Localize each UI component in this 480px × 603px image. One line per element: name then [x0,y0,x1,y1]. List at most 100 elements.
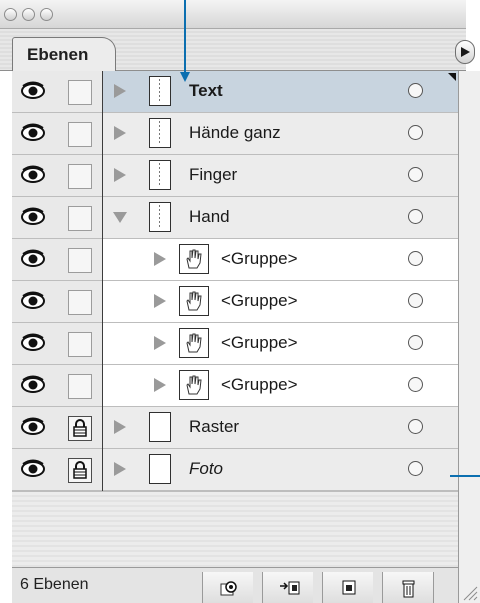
target-circle-icon[interactable] [408,83,423,98]
lock-toggle[interactable] [68,206,92,231]
disclosure-triangle-icon[interactable] [153,378,167,392]
layer-thumbnail [149,454,171,484]
layer-controls-row [12,71,102,113]
disclosure-triangle-icon[interactable] [153,252,167,266]
hand-thumbnail-icon [179,286,209,316]
new-sublayer-button[interactable] [322,572,373,603]
eye-icon[interactable] [20,122,46,144]
layer-controls-row [12,323,102,365]
hand-thumbnail-icon [179,370,209,400]
new-layer-icon [342,580,356,595]
delete-layer-button[interactable] [382,572,434,603]
disclosure-triangle-icon[interactable] [113,84,127,98]
lock-toggle[interactable] [68,248,92,273]
disclosure-triangle-icon[interactable] [113,168,127,182]
target-circle-icon[interactable] [408,125,423,140]
layer-row[interactable]: Finger [103,155,458,197]
callout-line-top [184,0,186,80]
layer-name: Hände ganz [189,123,281,142]
callout-arrow-top [180,72,190,82]
disclosure-triangle-icon[interactable] [113,462,127,476]
layer-row[interactable]: <Gruppe> [103,281,458,323]
target-circle-icon[interactable] [408,209,423,224]
play-arrow-icon [461,47,470,57]
panel-menu-button[interactable] [455,40,475,64]
vertical-scrollbar[interactable] [458,71,480,603]
layer-row[interactable]: Hand [103,197,458,239]
layer-name: <Gruppe> [221,333,298,352]
layer-thumbnail [149,202,171,232]
eye-icon[interactable] [20,416,46,438]
layers-list: Text Hände ganz Finger Hand <Gruppe> <Gruppe>… [103,71,458,491]
layer-row[interactable]: Text [103,71,458,113]
layer-row[interactable]: Hände ganz [103,113,458,155]
eye-icon[interactable] [20,164,46,186]
layer-row[interactable]: <Gruppe> [103,323,458,365]
layer-name: <Gruppe> [221,249,298,268]
target-circle-icon[interactable] [408,377,423,392]
resize-grip-icon[interactable] [462,585,478,601]
layer-thumbnail [149,118,171,148]
layer-name: Hand [189,207,230,226]
target-circle-icon[interactable] [408,335,423,350]
layer-count: 6 Ebenen [20,576,89,593]
lock-icon[interactable] [68,458,92,483]
make-clipping-mask-icon [280,581,300,595]
eye-icon[interactable] [20,458,46,480]
zoom-window-button[interactable] [40,8,53,21]
eye-icon[interactable] [20,290,46,312]
eye-icon[interactable] [20,248,46,270]
layer-name: <Gruppe> [221,291,298,310]
layer-row[interactable]: <Gruppe> [103,239,458,281]
layer-row[interactable]: <Gruppe> [103,365,458,407]
lock-toggle[interactable] [68,80,92,105]
hand-thumbnail-icon [179,244,209,274]
minimize-window-button[interactable] [22,8,35,21]
make-clipping-mask-button[interactable] [262,572,313,603]
eye-icon[interactable] [20,374,46,396]
eye-icon[interactable] [20,80,46,102]
disclosure-triangle-icon[interactable] [113,420,127,434]
layer-name: Finger [189,165,238,184]
layer-row[interactable]: Raster [103,407,458,449]
layer-thumbnail [149,160,171,190]
target-circle-icon[interactable] [408,461,423,476]
selected-art-indicator-icon [448,73,456,81]
expanded-triangle-icon[interactable] [113,210,127,224]
layer-controls-row [12,113,102,155]
title-bar[interactable] [0,0,466,29]
layer-row[interactable]: Foto [103,449,458,491]
layer-controls-row [12,239,102,281]
target-circle-icon[interactable] [408,167,423,182]
lock-toggle[interactable] [68,290,92,315]
lock-toggle[interactable] [68,374,92,399]
disclosure-triangle-icon[interactable] [153,336,167,350]
layer-controls-row [12,155,102,197]
tab-ebenen[interactable]: Ebenen [12,37,116,71]
layer-name: Text [189,81,223,100]
lock-toggle[interactable] [68,164,92,189]
visibility-lock-column [12,71,103,491]
layer-controls-row [12,281,102,323]
lock-icon[interactable] [68,416,92,441]
disclosure-triangle-icon[interactable] [113,126,127,140]
eye-icon[interactable] [20,332,46,354]
target-circle-icon[interactable] [408,293,423,308]
layer-controls-row [12,449,102,491]
locate-object-button[interactable] [202,572,253,603]
layer-thumbnail [149,412,171,442]
trash-icon [402,580,415,598]
layer-name: <Gruppe> [221,375,298,394]
close-window-button[interactable] [4,8,17,21]
lock-toggle[interactable] [68,332,92,357]
layer-name: Foto [189,459,224,478]
layer-controls-row [12,365,102,407]
callout-line-right [450,475,480,477]
target-circle-icon[interactable] [408,251,423,266]
disclosure-triangle-icon[interactable] [153,294,167,308]
layer-controls-row [12,407,102,449]
target-circle-icon[interactable] [408,419,423,434]
lock-toggle[interactable] [68,122,92,147]
layers-window: Ebenen Text Hände ganz Finger Hand <Gruppe> <… [0,0,480,603]
eye-icon[interactable] [20,206,46,228]
